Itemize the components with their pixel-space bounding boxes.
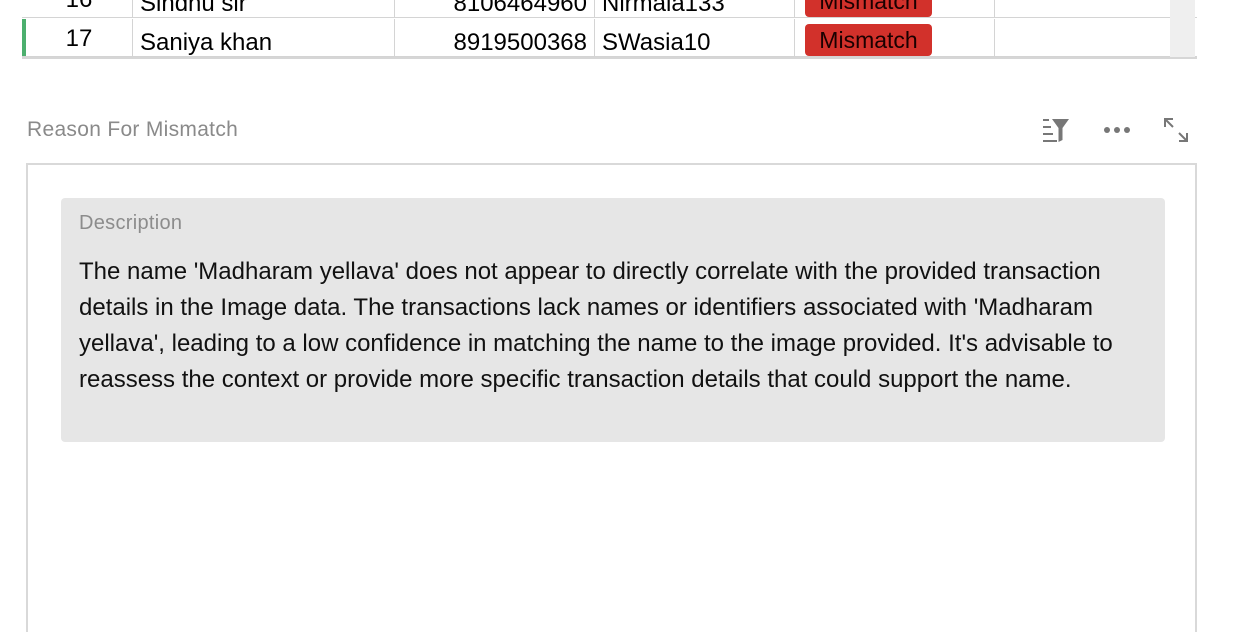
expand-button[interactable]: [1156, 112, 1196, 148]
phone-cell: 8919500368: [395, 19, 595, 57]
row-index: 17: [26, 19, 133, 57]
username-cell: Nirmala133: [595, 0, 795, 18]
row-index: 16: [26, 0, 133, 18]
name-cell: Saniya khan: [133, 19, 395, 57]
reason-panel: Description The name 'Madharam yellava' …: [26, 163, 1197, 632]
expand-icon: [1164, 118, 1188, 142]
description-card: Description The name 'Madharam yellava' …: [61, 198, 1165, 442]
username-cell: SWasia10: [595, 19, 795, 57]
status-cell: Mismatch: [795, 0, 995, 18]
empty-cell: [995, 19, 1170, 57]
more-options-button[interactable]: [1097, 112, 1137, 148]
empty-cell: [995, 0, 1170, 18]
filter-sort-button[interactable]: [1036, 112, 1076, 148]
phone-cell: 8106464960: [395, 0, 595, 18]
filter-sort-icon: [1043, 119, 1069, 142]
data-table: 16 Sindhu sir 8106464960 Nirmala133 Mism…: [22, 0, 1197, 59]
panel-title: Reason For Mismatch: [27, 118, 239, 141]
status-badge: Mismatch: [805, 24, 932, 56]
status-cell: Mismatch: [795, 19, 995, 57]
description-label: Description: [79, 212, 183, 234]
name-cell: Sindhu sir: [133, 0, 395, 18]
more-horizontal-icon: [1104, 127, 1130, 133]
description-text: The name 'Madharam yellava' does not app…: [79, 258, 1113, 393]
vertical-scrollbar[interactable]: [1170, 0, 1195, 57]
table-row[interactable]: 16 Sindhu sir 8106464960 Nirmala133 Mism…: [22, 0, 1197, 18]
status-badge: Mismatch: [805, 0, 932, 17]
table-row[interactable]: 17 Saniya khan 8919500368 SWasia10 Misma…: [22, 19, 1197, 57]
